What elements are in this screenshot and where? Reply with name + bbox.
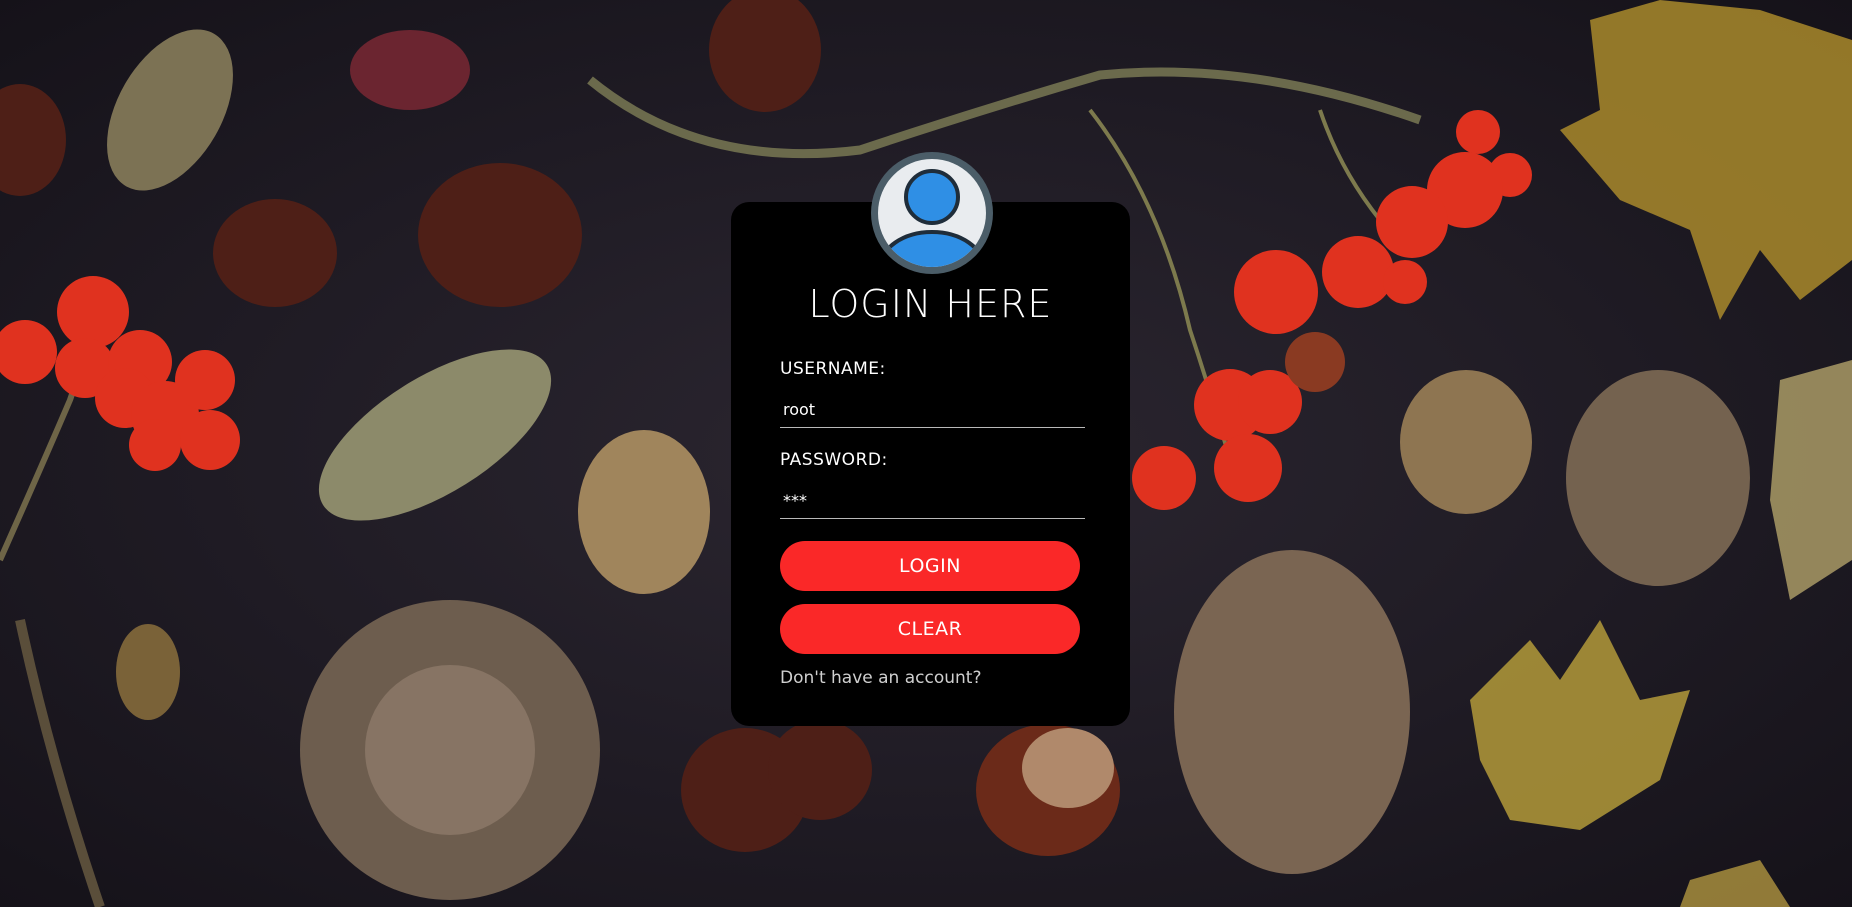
clear-button[interactable]: CLEAR: [780, 604, 1080, 654]
berries-left: [0, 276, 240, 471]
login-button[interactable]: LOGIN: [780, 541, 1080, 591]
user-avatar-icon: [871, 152, 993, 274]
dried-berry: [1285, 332, 1345, 392]
chestnut-face: [1022, 728, 1114, 808]
username-input[interactable]: [780, 392, 1085, 428]
pine-cone-top: [107, 29, 233, 191]
branch: [587, 67, 1422, 159]
username-label: USERNAME:: [780, 359, 886, 379]
acorn: [116, 624, 180, 720]
pine-cone-mid: [318, 349, 552, 521]
page-title: LOGIN HERE: [808, 282, 1053, 326]
maple-leaf: [1560, 0, 1852, 320]
password-label: PASSWORD:: [780, 450, 888, 470]
branch-3: [1318, 109, 1382, 222]
signup-link[interactable]: Don't have an account?: [780, 668, 981, 688]
leaf-right: [1770, 360, 1852, 600]
pine-cone-far-right: [1566, 370, 1750, 586]
pine-cone-big-core: [365, 665, 535, 835]
branch-left-2: [15, 618, 105, 907]
red-leaf: [350, 30, 470, 110]
beech-husk: [578, 430, 710, 594]
maple-leaf-lower: [1470, 620, 1690, 830]
pine-cone-right: [1174, 550, 1410, 874]
password-input[interactable]: [780, 483, 1085, 519]
leaf-bottom-right: [1680, 860, 1790, 907]
beech-husk-right: [1400, 370, 1532, 514]
